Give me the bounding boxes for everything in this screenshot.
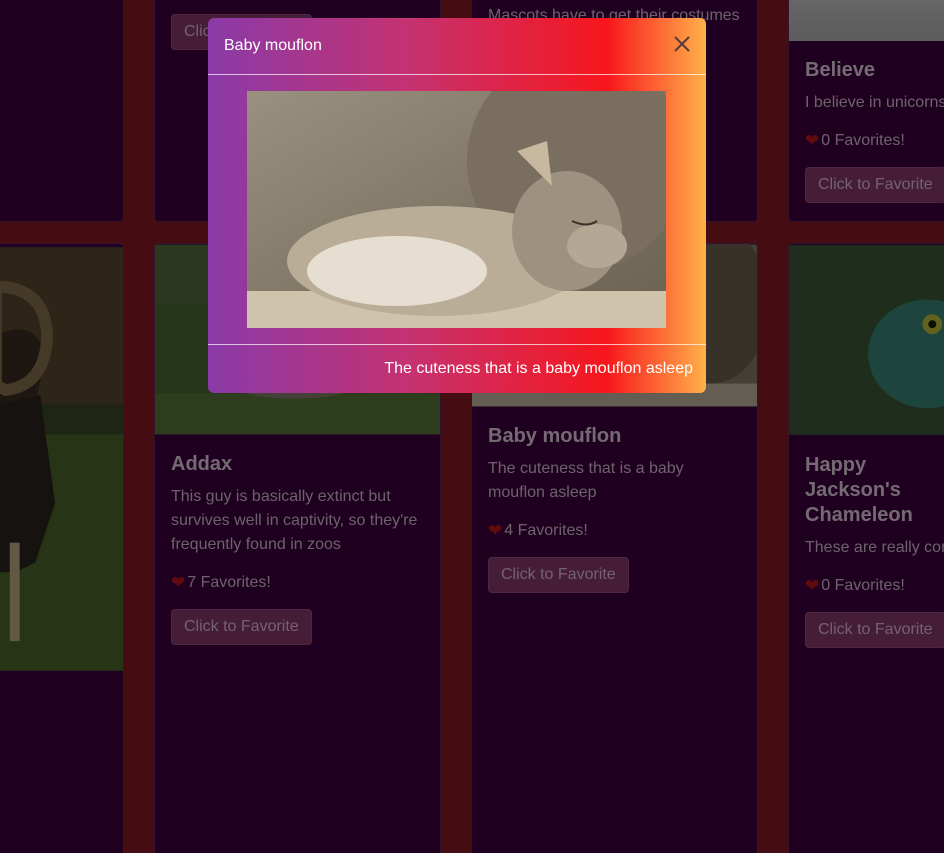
modal-caption: The cuteness that is a baby mouflon asle… xyxy=(384,360,693,377)
modal-title: Baby mouflon xyxy=(224,37,322,54)
close-icon[interactable] xyxy=(672,34,692,54)
modal-footer: The cuteness that is a baby mouflon asle… xyxy=(208,344,706,393)
image-modal: Baby mouflon The cuteness that is a baby… xyxy=(208,18,706,393)
modal-image xyxy=(247,91,666,328)
modal-header: Baby mouflon xyxy=(208,18,706,75)
